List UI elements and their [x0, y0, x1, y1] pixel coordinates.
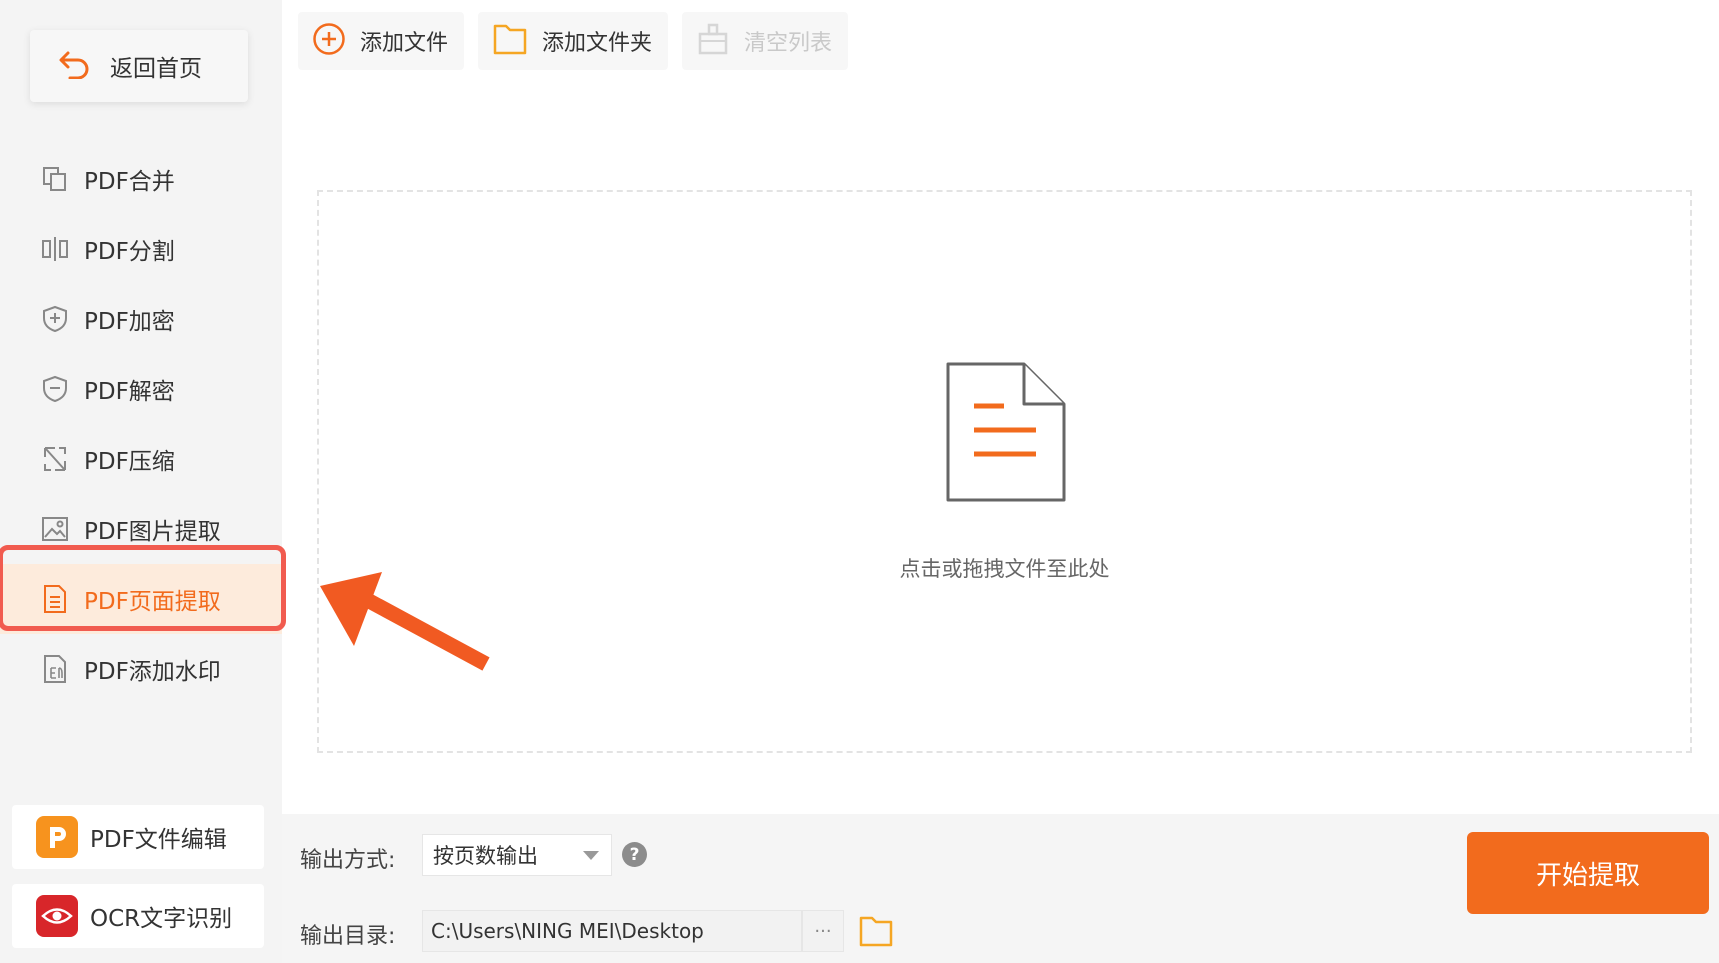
- sidebar-item-image-extract[interactable]: PDF图片提取: [0, 494, 282, 564]
- help-icon[interactable]: ?: [622, 842, 647, 867]
- broom-icon: [696, 22, 730, 60]
- sidebar-item-label: PDF图片提取: [84, 519, 221, 545]
- ocr-label: OCR文字识别: [90, 906, 233, 932]
- pdf-editor-app-button[interactable]: PDF文件编辑: [12, 805, 264, 869]
- sidebar-item-decrypt[interactable]: PDF解密: [0, 354, 282, 424]
- document-icon: [944, 360, 1068, 508]
- compress-icon: [40, 444, 70, 474]
- annotation-arrow-icon: [310, 560, 500, 684]
- sidebar-item-split[interactable]: PDF分割: [0, 214, 282, 284]
- clear-list-label: 清空列表: [744, 31, 833, 56]
- sidebar-item-label: PDF添加水印: [84, 659, 221, 685]
- output-mode-value: 按页数输出: [433, 844, 538, 868]
- sidebar-item-encrypt[interactable]: PDF加密: [0, 284, 282, 354]
- output-mode-label: 输出方式:: [300, 848, 396, 873]
- add-folder-label: 添加文件夹: [542, 31, 653, 56]
- chevron-down-icon: [583, 851, 599, 860]
- sidebar-item-merge[interactable]: PDF合并: [0, 144, 282, 214]
- sidebar-item-label: PDF加密: [84, 309, 175, 335]
- output-settings-panel: 输出方式: 按页数输出 ? 输出目录: C:\Users\NING MEI\De…: [282, 814, 1719, 963]
- split-icon: [40, 234, 70, 264]
- page-icon: [40, 584, 70, 614]
- clear-list-button[interactable]: 清空列表: [682, 12, 849, 70]
- plus-circle-icon: [312, 22, 346, 60]
- start-extract-button[interactable]: 开始提取: [1467, 832, 1709, 914]
- merge-icon: [40, 164, 70, 194]
- sidebar-item-compress[interactable]: PDF压缩: [0, 424, 282, 494]
- output-dir-label: 输出目录:: [300, 924, 396, 949]
- sidebar-item-label: PDF分割: [84, 239, 175, 265]
- add-file-label: 添加文件: [360, 31, 449, 56]
- folder-icon: [492, 22, 528, 60]
- shield-minus-icon: [40, 374, 70, 404]
- shield-plus-icon: [40, 304, 70, 334]
- toolbar: 添加文件 添加文件夹 清空列表: [298, 12, 849, 70]
- browse-dir-button[interactable]: ···: [802, 910, 844, 952]
- ocr-app-button[interactable]: OCR文字识别: [12, 884, 264, 948]
- image-icon: [40, 514, 70, 544]
- feature-nav: PDF合并 PDF分割 PDF加密 PDF解密 PDF压缩 PDF图片提取 PD…: [0, 144, 282, 704]
- ocr-eye-icon: [36, 895, 78, 937]
- sidebar-item-label: PDF压缩: [84, 449, 175, 475]
- sidebar-item-label: PDF解密: [84, 379, 175, 405]
- back-home-label: 返回首页: [110, 56, 202, 82]
- sidebar-item-page-extract[interactable]: PDF页面提取: [0, 564, 282, 634]
- sidebar-item-label: PDF页面提取: [84, 589, 221, 615]
- back-arrow-icon: [58, 49, 92, 83]
- output-mode-select[interactable]: 按页数输出: [422, 834, 612, 876]
- back-home-button[interactable]: 返回首页: [30, 30, 248, 102]
- pdf-editor-icon: [36, 816, 78, 858]
- output-dir-field[interactable]: C:\Users\NING MEI\Desktop: [422, 910, 802, 952]
- watermark-icon: [40, 654, 70, 684]
- sidebar-item-label: PDF合并: [84, 169, 175, 195]
- drop-hint: 点击或拖拽文件至此处: [899, 557, 1110, 581]
- open-folder-icon[interactable]: [858, 914, 894, 952]
- pdf-editor-label: PDF文件编辑: [90, 827, 227, 853]
- sidebar: 返回首页 PDF合并 PDF分割 PDF加密 PDF解密 PDF压缩 PDF图片…: [0, 0, 282, 963]
- add-folder-button[interactable]: 添加文件夹: [478, 12, 669, 70]
- sidebar-item-watermark[interactable]: PDF添加水印: [0, 634, 282, 704]
- add-file-button[interactable]: 添加文件: [298, 12, 465, 70]
- file-drop-zone[interactable]: 点击或拖拽文件至此处: [317, 190, 1692, 753]
